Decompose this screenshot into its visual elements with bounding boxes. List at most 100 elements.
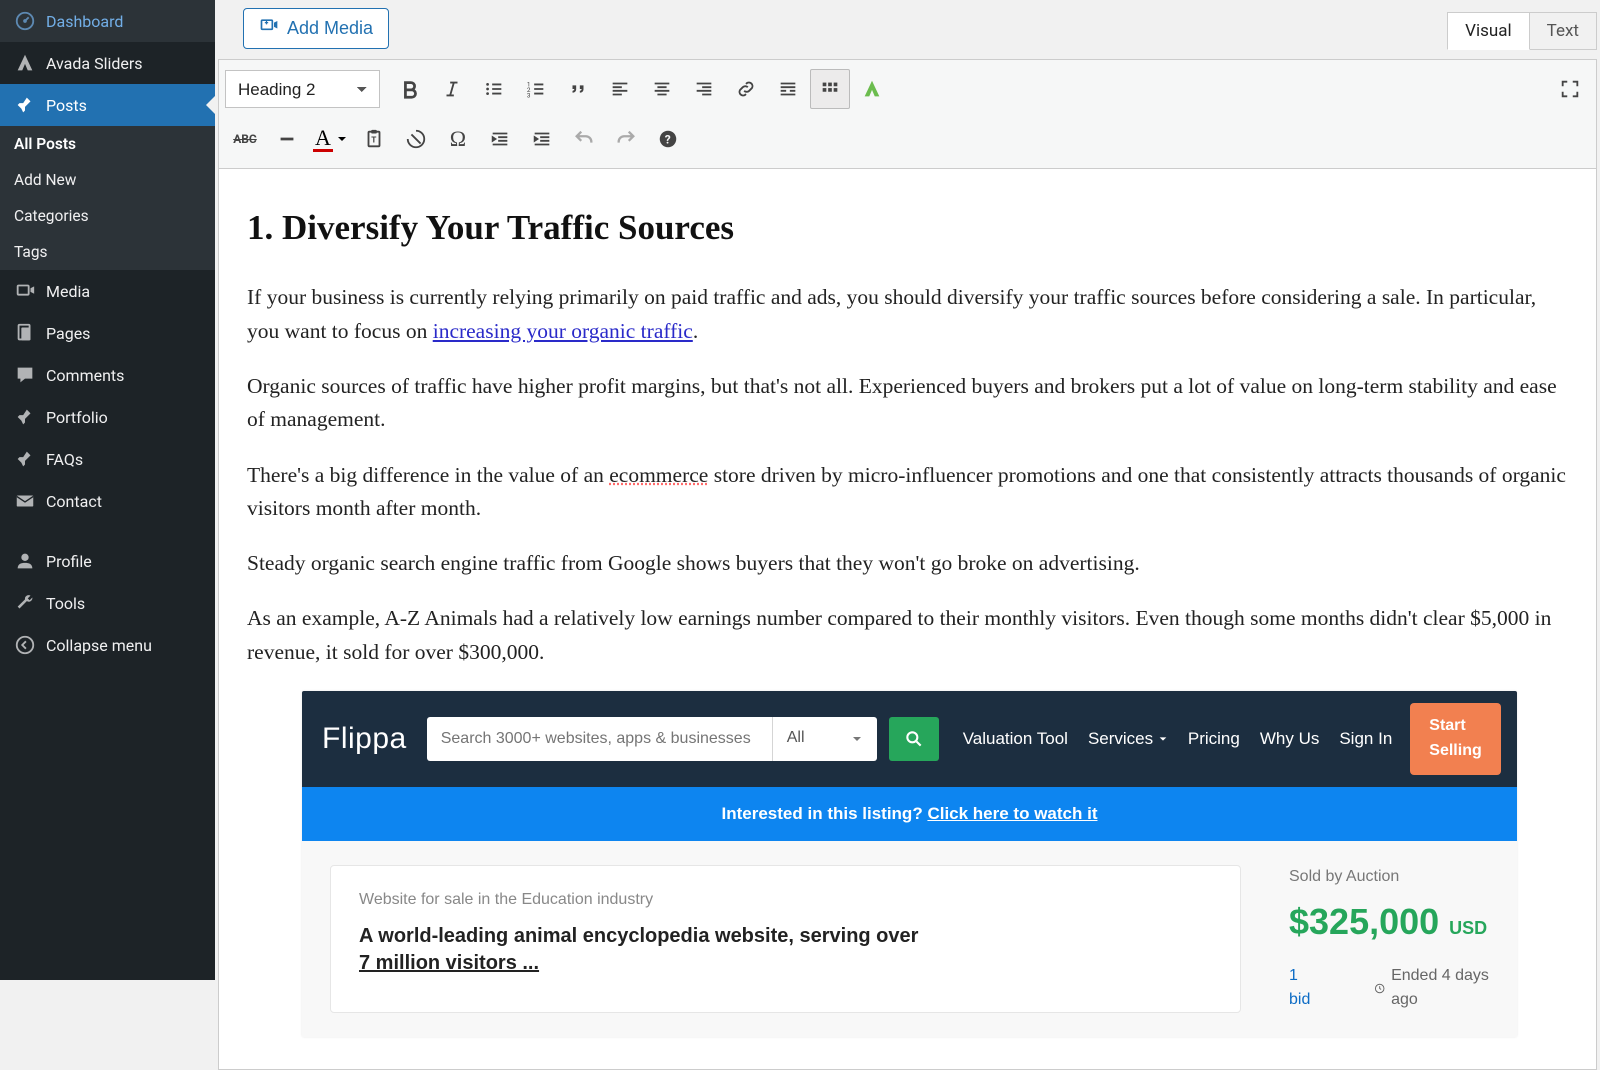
svg-text:T: T: [371, 136, 376, 146]
flippa-logo: Flippa: [322, 716, 407, 763]
sidebar-label: Tools: [46, 594, 85, 613]
flippa-listing-title: A world-leading animal encyclopedia webs…: [359, 923, 1212, 977]
number-list-button[interactable]: 123: [516, 69, 556, 109]
media-icon: [14, 280, 36, 302]
search-icon: [904, 729, 924, 749]
fullscreen-button[interactable]: [1550, 69, 1590, 109]
align-right-button[interactable]: [684, 69, 724, 109]
sidebar-item-posts[interactable]: Posts: [0, 84, 215, 126]
italic-button[interactable]: [432, 69, 472, 109]
sidebar-label: Portfolio: [46, 408, 108, 427]
align-left-button[interactable]: [600, 69, 640, 109]
quote-button[interactable]: [558, 69, 598, 109]
flippa-nav-pricing[interactable]: Pricing: [1188, 726, 1240, 752]
avada-icon: [14, 52, 36, 74]
pin-icon: [14, 448, 36, 470]
flippa-search-input[interactable]: [427, 717, 772, 761]
flippa-body: Website for sale in the Education indust…: [302, 841, 1517, 1037]
svg-text:?: ?: [665, 133, 671, 147]
flippa-listing-card: Website for sale in the Education indust…: [330, 865, 1241, 1013]
sidebar-label: Comments: [46, 366, 124, 385]
editor-content[interactable]: 1. Diversify Your Traffic Sources If you…: [218, 169, 1597, 1070]
editor-tabs: Visual Text: [1447, 12, 1597, 50]
comment-icon: [14, 364, 36, 386]
editor-toolbar: Heading 2 123 ABC A: [218, 59, 1597, 169]
flippa-sale-info: Sold by Auction $325,000 USD 1 bid Ended…: [1289, 865, 1489, 1013]
sidebar-label: Media: [46, 282, 90, 301]
paste-text-button[interactable]: T: [354, 119, 394, 159]
user-icon: [14, 550, 36, 572]
link-organic-traffic[interactable]: increasing your organic traffic: [433, 319, 693, 343]
clear-formatting-button[interactable]: [396, 119, 436, 159]
tab-visual[interactable]: Visual: [1447, 12, 1529, 50]
wrench-icon: [14, 592, 36, 614]
content-p1: If your business is currently relying pr…: [247, 281, 1568, 348]
flippa-banner: Interested in this listing? Click here t…: [302, 787, 1517, 841]
flippa-header: Flippa All Valuation Tool Services Prici…: [302, 691, 1517, 787]
sidebar-item-contact[interactable]: Contact: [0, 480, 215, 522]
flippa-search-button[interactable]: [889, 717, 939, 761]
flippa-embed: Flippa All Valuation Tool Services Prici…: [302, 691, 1517, 1037]
add-media-button[interactable]: Add Media: [243, 8, 389, 49]
sidebar-label: Dashboard: [46, 12, 123, 31]
sidebar-item-dashboard[interactable]: Dashboard: [0, 0, 215, 42]
sidebar-item-pages[interactable]: Pages: [0, 312, 215, 354]
format-select[interactable]: Heading 2: [225, 70, 380, 108]
content-p3: There's a big difference in the value of…: [247, 459, 1568, 526]
content-p4: Steady organic search engine traffic fro…: [247, 547, 1568, 580]
sidebar-item-comments[interactable]: Comments: [0, 354, 215, 396]
sidebar-item-collapse[interactable]: Collapse menu: [0, 624, 215, 666]
sidebar-item-profile[interactable]: Profile: [0, 540, 215, 582]
sidebar-item-media[interactable]: Media: [0, 270, 215, 312]
flippa-start-selling-button[interactable]: Start Selling: [1410, 703, 1500, 775]
sidebar-label: Collapse menu: [46, 636, 152, 655]
outdent-button[interactable]: [480, 119, 520, 159]
content-heading: 1. Diversify Your Traffic Sources: [247, 201, 1568, 255]
toolbar-toggle-button[interactable]: [810, 69, 850, 109]
pin-icon: [14, 406, 36, 428]
flippa-nav-valuation[interactable]: Valuation Tool: [963, 726, 1068, 752]
flippa-ended-label: Ended 4 days ago: [1374, 964, 1489, 1014]
link-button[interactable]: [726, 69, 766, 109]
chevron-down-icon: [851, 733, 863, 745]
strikethrough-button[interactable]: ABC: [225, 119, 265, 159]
undo-button[interactable]: [564, 119, 604, 159]
read-more-button[interactable]: [768, 69, 808, 109]
hr-button[interactable]: [267, 119, 307, 159]
content-p5: As an example, A-Z Animals had a relativ…: [247, 602, 1568, 669]
submenu-all-posts[interactable]: All Posts: [0, 126, 215, 162]
sidebar-label: Avada Sliders: [46, 54, 143, 73]
bold-button[interactable]: [390, 69, 430, 109]
sidebar-label: Profile: [46, 552, 92, 571]
bullet-list-button[interactable]: [474, 69, 514, 109]
sidebar-label: Posts: [46, 96, 87, 115]
content-p2: Organic sources of traffic have higher p…: [247, 370, 1568, 437]
text-color-a-icon: A: [313, 127, 333, 152]
flippa-nav-signin[interactable]: Sign In: [1339, 726, 1392, 752]
avada-builder-button[interactable]: [852, 69, 892, 109]
sidebar-item-portfolio[interactable]: Portfolio: [0, 396, 215, 438]
align-center-button[interactable]: [642, 69, 682, 109]
flippa-watch-link[interactable]: Click here to watch it: [927, 804, 1097, 823]
flippa-nav-whyus[interactable]: Why Us: [1260, 726, 1320, 752]
text-color-button[interactable]: A: [309, 119, 352, 159]
help-button[interactable]: ?: [648, 119, 688, 159]
redo-button[interactable]: [606, 119, 646, 159]
media-icon: [259, 16, 279, 41]
tab-text[interactable]: Text: [1530, 12, 1597, 50]
collapse-icon: [14, 634, 36, 656]
flippa-nav-services[interactable]: Services: [1088, 726, 1168, 752]
sidebar-item-avada-sliders[interactable]: Avada Sliders: [0, 42, 215, 84]
pin-icon: [14, 94, 36, 116]
chevron-down-icon: [1158, 734, 1168, 744]
special-char-button[interactable]: Ω: [438, 119, 478, 159]
sidebar-item-faqs[interactable]: FAQs: [0, 438, 215, 480]
submenu-categories[interactable]: Categories: [0, 198, 215, 234]
indent-button[interactable]: [522, 119, 562, 159]
submenu-add-new[interactable]: Add New: [0, 162, 215, 198]
submenu-tags[interactable]: Tags: [0, 234, 215, 270]
flippa-category-filter[interactable]: All: [772, 717, 877, 761]
flippa-bid-count[interactable]: 1 bid: [1289, 964, 1316, 1014]
clock-icon: [1374, 981, 1385, 996]
sidebar-item-tools[interactable]: Tools: [0, 582, 215, 624]
